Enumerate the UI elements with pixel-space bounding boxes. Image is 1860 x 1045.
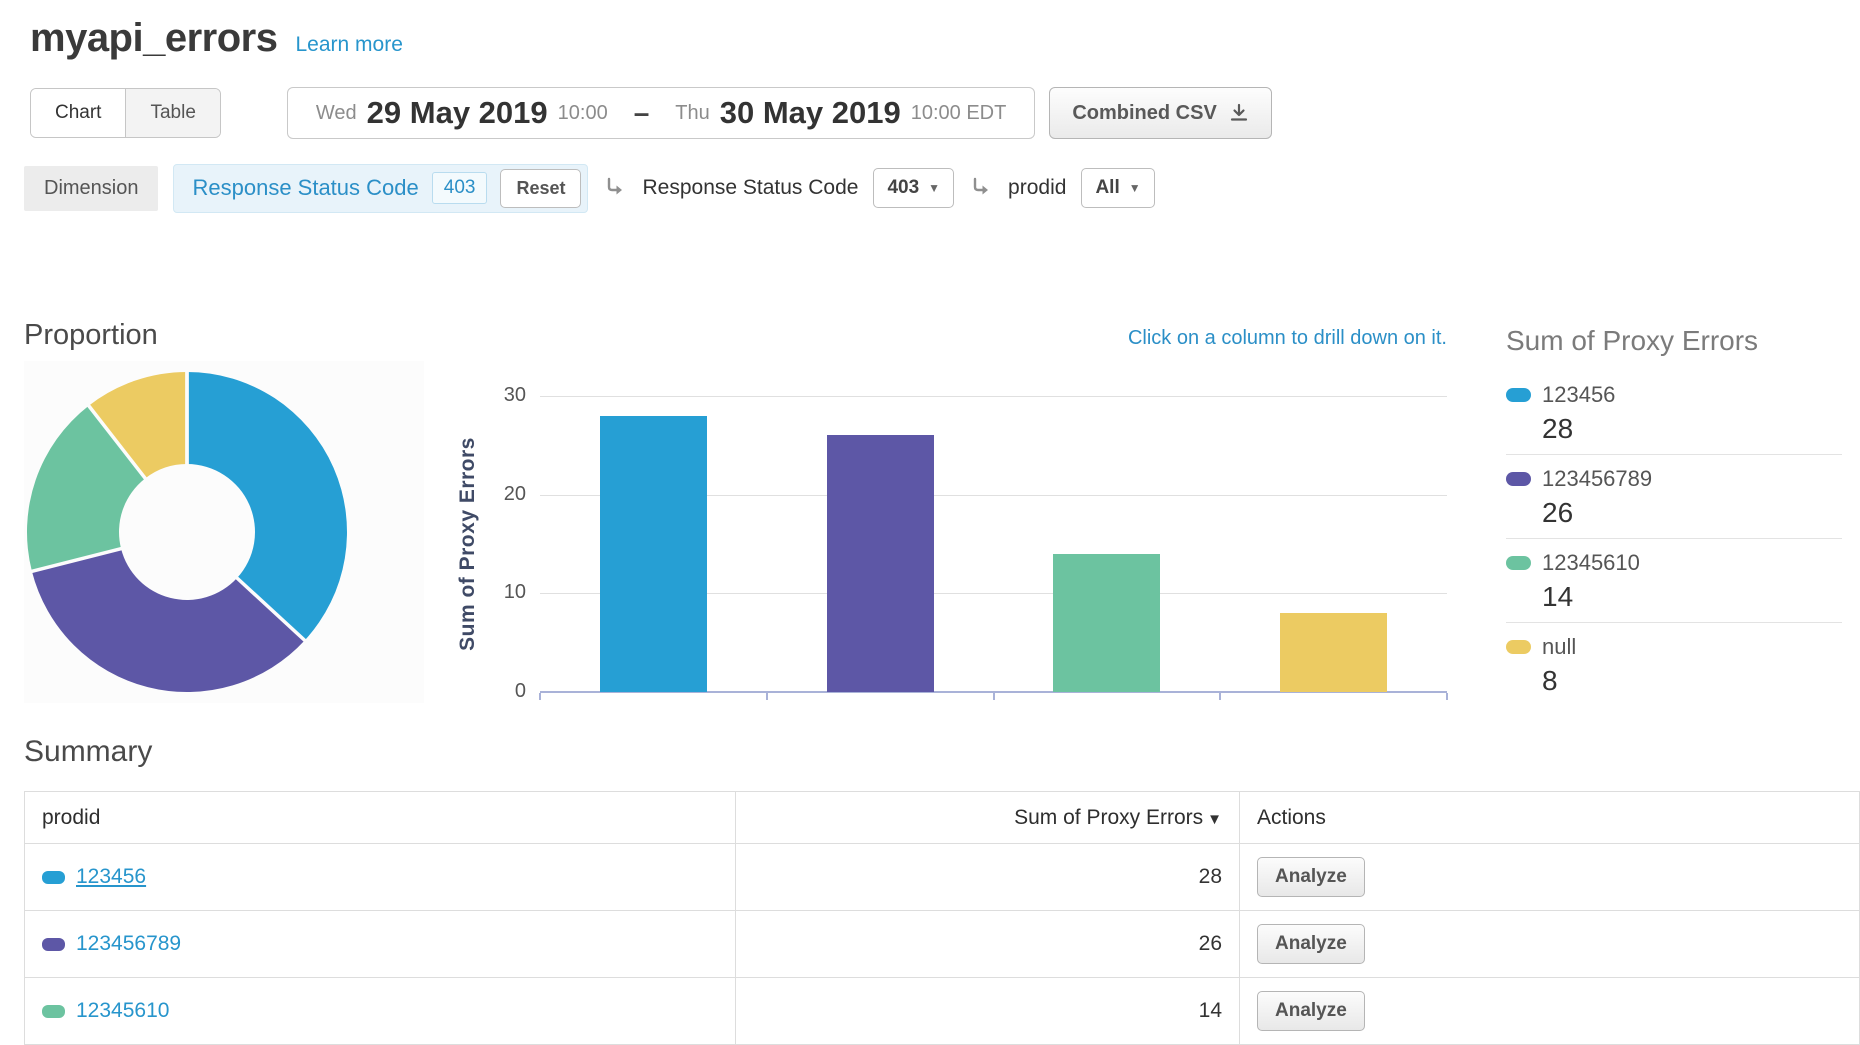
legend-value: 28	[1542, 413, 1842, 445]
end-date: 30 May 2019	[720, 95, 901, 131]
learn-more-link[interactable]: Learn more	[295, 33, 402, 57]
prodid-dropdown[interactable]: All ▼	[1081, 168, 1154, 208]
sum-value: 14	[736, 978, 1240, 1045]
legend-item-123456789: 123456789 26	[1506, 455, 1842, 539]
drilldown-status-code-label: Response Status Code	[642, 176, 858, 200]
y-tick-label: 20	[478, 483, 526, 506]
download-icon	[1229, 103, 1249, 123]
legend-color-chip	[1506, 388, 1531, 402]
start-date: 29 May 2019	[367, 95, 548, 131]
bar-chart: 0102030	[540, 396, 1447, 692]
view-toggle: Chart Table	[30, 88, 221, 138]
csv-button-label: Combined CSV	[1072, 102, 1216, 125]
y-axis-title: Sum of Proxy Errors	[456, 437, 480, 651]
legend-label: null	[1542, 634, 1576, 660]
legend-item-12345610: 12345610 14	[1506, 539, 1842, 623]
legend-value: 8	[1542, 665, 1842, 697]
dimension-label: Dimension	[24, 166, 158, 211]
chart-section: Proportion Click on a column to drill do…	[0, 319, 1860, 707]
legend-item-123456: 123456 28	[1506, 371, 1842, 455]
legend-label: 123456789	[1542, 466, 1652, 492]
x-tick-mark	[1219, 693, 1221, 700]
legend-item-null: null 8	[1506, 623, 1842, 706]
end-time: 10:00 EDT	[911, 102, 1007, 125]
column-header-sum[interactable]: Sum of Proxy Errors▼	[736, 792, 1240, 844]
table-row: 12345610 14 Analyze	[25, 978, 1860, 1045]
active-filter-name: Response Status Code	[192, 175, 418, 201]
column-header-prodid[interactable]: prodid	[25, 792, 736, 844]
tab-chart[interactable]: Chart	[31, 89, 126, 137]
status-code-dropdown[interactable]: 403 ▼	[873, 168, 954, 208]
summary-table-header-row: prodid Sum of Proxy Errors▼ Actions	[25, 792, 1860, 844]
legend-color-chip	[1506, 640, 1531, 654]
dimension-filter-row: Dimension Response Status Code 403 Reset…	[24, 165, 1860, 211]
active-filter-value: 403	[432, 172, 488, 204]
row-color-chip	[42, 938, 65, 951]
x-tick-mark	[1446, 693, 1448, 700]
legend-color-chip	[1506, 556, 1531, 570]
proportion-title: Proportion	[24, 319, 158, 352]
end-day: Thu	[675, 102, 709, 125]
date-range-separator: –	[634, 97, 650, 129]
toolbar: Chart Table Wed 29 May 2019 10:00 – Thu …	[30, 87, 1860, 139]
legend-label: 12345610	[1542, 550, 1640, 576]
sort-desc-icon[interactable]: ▼	[1207, 811, 1222, 828]
proportion-donut-chart	[24, 361, 424, 703]
legend-value: 14	[1542, 581, 1842, 613]
analyze-button-123456[interactable]: Analyze	[1257, 857, 1365, 897]
sum-value: 26	[736, 911, 1240, 978]
y-tick-label: 0	[478, 680, 526, 703]
bar-123456[interactable]	[600, 416, 707, 692]
row-color-chip	[42, 871, 65, 884]
legend-title: Sum of Proxy Errors	[1506, 325, 1842, 357]
drilldown-arrow-icon	[969, 176, 993, 200]
start-day: Wed	[316, 102, 357, 125]
x-tick-mark	[993, 693, 995, 700]
combined-csv-button[interactable]: Combined CSV	[1049, 87, 1271, 139]
gridline	[540, 396, 1447, 397]
chart-legend: Sum of Proxy Errors 12345628123456789261…	[1506, 325, 1842, 706]
y-tick-label: 30	[478, 384, 526, 407]
column-header-actions: Actions	[1240, 792, 1860, 844]
sum-value: 28	[736, 844, 1240, 911]
x-tick-mark	[539, 693, 541, 700]
chevron-down-icon: ▼	[1129, 181, 1141, 195]
summary-table: prodid Sum of Proxy Errors▼ Actions 1234…	[24, 791, 1860, 1045]
analyze-button-12345610[interactable]: Analyze	[1257, 991, 1365, 1031]
bar-null[interactable]	[1280, 613, 1387, 692]
x-tick-mark	[766, 693, 768, 700]
drilldown-prodid-label: prodid	[1008, 176, 1066, 200]
analyze-button-123456789[interactable]: Analyze	[1257, 924, 1365, 964]
table-row: 123456789 26 Analyze	[25, 911, 1860, 978]
prodid-dropdown-value: All	[1095, 177, 1119, 199]
row-color-chip	[42, 1005, 65, 1018]
prodid-link-123456789[interactable]: 123456789	[76, 932, 181, 955]
drilldown-arrow-icon	[603, 176, 627, 200]
chevron-down-icon: ▼	[928, 181, 940, 195]
status-code-dropdown-value: 403	[887, 177, 919, 199]
reset-button[interactable]: Reset	[500, 169, 581, 208]
legend-value: 26	[1542, 497, 1842, 529]
drilldown-hint: Click on a column to drill down on it.	[1128, 327, 1447, 350]
y-tick-label: 10	[478, 581, 526, 604]
tab-table[interactable]: Table	[126, 89, 219, 137]
active-filter-chip[interactable]: Response Status Code 403 Reset	[173, 164, 588, 213]
page-header: myapi_errors Learn more	[0, 0, 1860, 61]
summary-title: Summary	[24, 735, 1860, 769]
bar-12345610[interactable]	[1053, 554, 1160, 692]
date-range-picker[interactable]: Wed 29 May 2019 10:00 – Thu 30 May 2019 …	[287, 87, 1035, 139]
table-row: 123456 28 Analyze	[25, 844, 1860, 911]
prodid-link-123456[interactable]: 123456	[76, 865, 146, 888]
legend-label: 123456	[1542, 382, 1615, 408]
prodid-link-12345610[interactable]: 12345610	[76, 999, 169, 1022]
legend-color-chip	[1506, 472, 1531, 486]
start-time: 10:00	[558, 102, 608, 125]
page-title: myapi_errors	[30, 16, 277, 61]
bar-123456789[interactable]	[827, 435, 934, 692]
